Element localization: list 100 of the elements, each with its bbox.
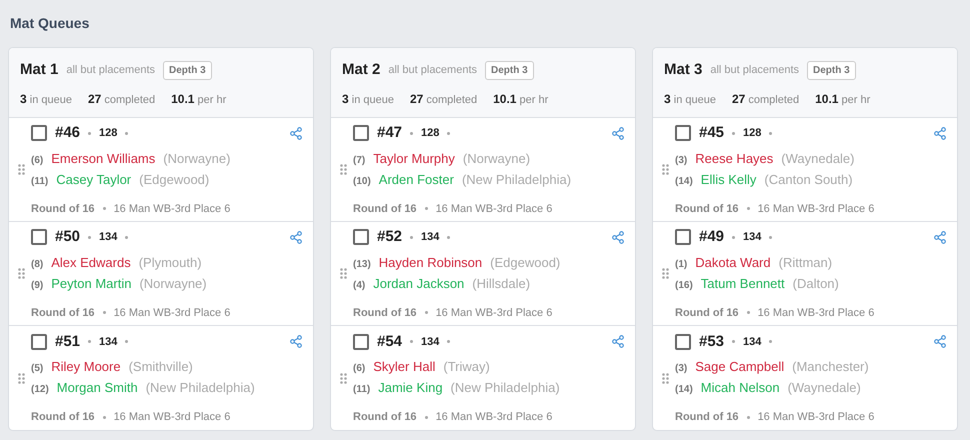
seed: (10) — [353, 174, 371, 188]
drag-handle-icon[interactable] — [340, 268, 347, 279]
team-name: (Dalton) — [792, 274, 839, 292]
bracket-label: 16 Man WB-3rd Place 6 — [436, 410, 552, 425]
team-name: (Edgewood) — [490, 254, 560, 272]
team-name: (Norwayne) — [462, 150, 530, 168]
team-name: (Norwayne) — [163, 150, 230, 168]
round-label: Round of 16 — [31, 410, 95, 425]
wrestler-name: Jamie King — [378, 379, 443, 397]
queue-stat: 10.1 per hr — [815, 90, 870, 108]
queue-stat: 27 completed — [732, 90, 800, 108]
team-name: (Manchester) — [792, 358, 869, 376]
checkbox[interactable] — [31, 334, 47, 350]
queue-stat: 10.1 per hr — [171, 90, 226, 108]
team-name: (New Philadelphia) — [450, 379, 560, 397]
seed: (11) — [31, 174, 48, 188]
bout-number: #52 — [377, 227, 402, 247]
drag-handle-icon[interactable] — [18, 164, 25, 175]
wrestler-name: Riley Moore — [51, 358, 121, 376]
share-icon[interactable] — [934, 126, 946, 140]
drag-handle-icon[interactable] — [18, 372, 25, 384]
drag-handle-icon[interactable] — [340, 372, 347, 384]
seed: (7) — [353, 154, 366, 168]
wrestler-name: Emerson Williams — [51, 150, 156, 168]
drag-handle-icon[interactable] — [340, 164, 347, 175]
team-name: (Hillsdale) — [472, 274, 530, 292]
bracket-label: 16 Man WB-3rd Place 6 — [114, 306, 230, 320]
weight-class: 128 — [421, 126, 440, 141]
checkbox[interactable] — [675, 334, 691, 350]
bracket-label: 16 Man WB-3rd Place 6 — [758, 202, 874, 216]
share-icon[interactable] — [612, 230, 624, 244]
filter-label: all but placements — [66, 63, 156, 78]
checkbox[interactable] — [675, 125, 691, 142]
share-icon[interactable] — [934, 335, 946, 348]
bout-number: #49 — [699, 227, 724, 247]
depth-tag: Depth 3 — [807, 60, 856, 80]
drag-handle-icon[interactable] — [662, 164, 669, 175]
seed: (14) — [675, 174, 693, 188]
depth-tag: Depth 3 — [485, 60, 534, 80]
round-label: Round of 16 — [675, 306, 739, 320]
checkbox[interactable] — [31, 125, 47, 142]
checkbox[interactable] — [353, 334, 369, 350]
seed: (6) — [353, 362, 366, 376]
wrestler-name: Arden Foster — [378, 170, 454, 188]
mat-name: Mat 3 — [664, 60, 702, 80]
team-name: (Waynedale) — [781, 150, 854, 168]
checkbox[interactable] — [353, 229, 369, 246]
team-name: (Canton South) — [764, 170, 853, 188]
queue-stat: 3 in queue — [20, 90, 72, 108]
round-label: Round of 16 — [675, 202, 739, 216]
wrestler-name: Peyton Martin — [51, 274, 132, 292]
weight-class: 134 — [743, 334, 762, 350]
mat-name: Mat 2 — [342, 60, 380, 80]
depth-tag: Depth 3 — [163, 60, 212, 80]
round-label: Round of 16 — [31, 202, 95, 216]
share-icon[interactable] — [934, 230, 946, 244]
wrestler-name: Micah Nelson — [700, 379, 780, 397]
seed: (5) — [31, 362, 44, 376]
bracket-label: 16 Man WB-3rd Place 6 — [436, 306, 552, 320]
bracket-label: 16 Man WB-3rd Place 6 — [758, 306, 874, 320]
round-label: Round of 16 — [353, 410, 417, 425]
share-icon[interactable] — [290, 126, 302, 140]
weight-class: 134 — [743, 230, 762, 245]
team-name: (Plymouth) — [138, 254, 202, 272]
bout-number: #51 — [55, 332, 80, 352]
drag-handle-icon[interactable] — [662, 268, 669, 279]
wrestler-name: Jordan Jackson — [373, 274, 464, 292]
bracket-label: 16 Man WB-3rd Place 6 — [114, 410, 230, 425]
bout-number: #53 — [699, 332, 724, 352]
round-label: Round of 16 — [353, 306, 417, 320]
share-icon[interactable] — [612, 335, 624, 348]
drag-handle-icon[interactable] — [662, 372, 669, 384]
bracket-label: 16 Man WB-3rd Place 6 — [114, 202, 230, 216]
wrestler-name: Dakota Ward — [695, 254, 771, 272]
checkbox[interactable] — [31, 229, 47, 246]
checkbox[interactable] — [353, 125, 369, 142]
seed: (9) — [31, 278, 44, 292]
team-name: (Norwayne) — [139, 274, 207, 292]
drag-handle-icon[interactable] — [18, 268, 25, 279]
share-icon[interactable] — [290, 335, 302, 348]
seed: (3) — [675, 154, 688, 168]
filter-label: all but placements — [710, 63, 800, 78]
round-label: Round of 16 — [31, 306, 95, 320]
wrestler-name: Ellis Kelly — [700, 170, 756, 188]
bout-number: #50 — [55, 227, 80, 247]
bracket-label: 16 Man WB-3rd Place 6 — [758, 410, 874, 425]
share-icon[interactable] — [290, 230, 302, 244]
bout-number: #45 — [699, 123, 724, 143]
seed: (13) — [353, 258, 371, 272]
seed: (6) — [31, 154, 44, 168]
wrestler-name: Reese Hayes — [695, 150, 774, 168]
mat-name: Mat 1 — [20, 60, 58, 80]
share-icon[interactable] — [612, 126, 624, 140]
queue-stat: 27 completed — [410, 90, 478, 108]
bout-number: #46 — [55, 123, 80, 143]
team-name: (Rittman) — [778, 254, 832, 272]
wrestler-name: Taylor Murphy — [373, 150, 455, 168]
team-name: (Triway) — [443, 358, 490, 376]
weight-class: 134 — [99, 230, 118, 245]
checkbox[interactable] — [675, 229, 691, 246]
